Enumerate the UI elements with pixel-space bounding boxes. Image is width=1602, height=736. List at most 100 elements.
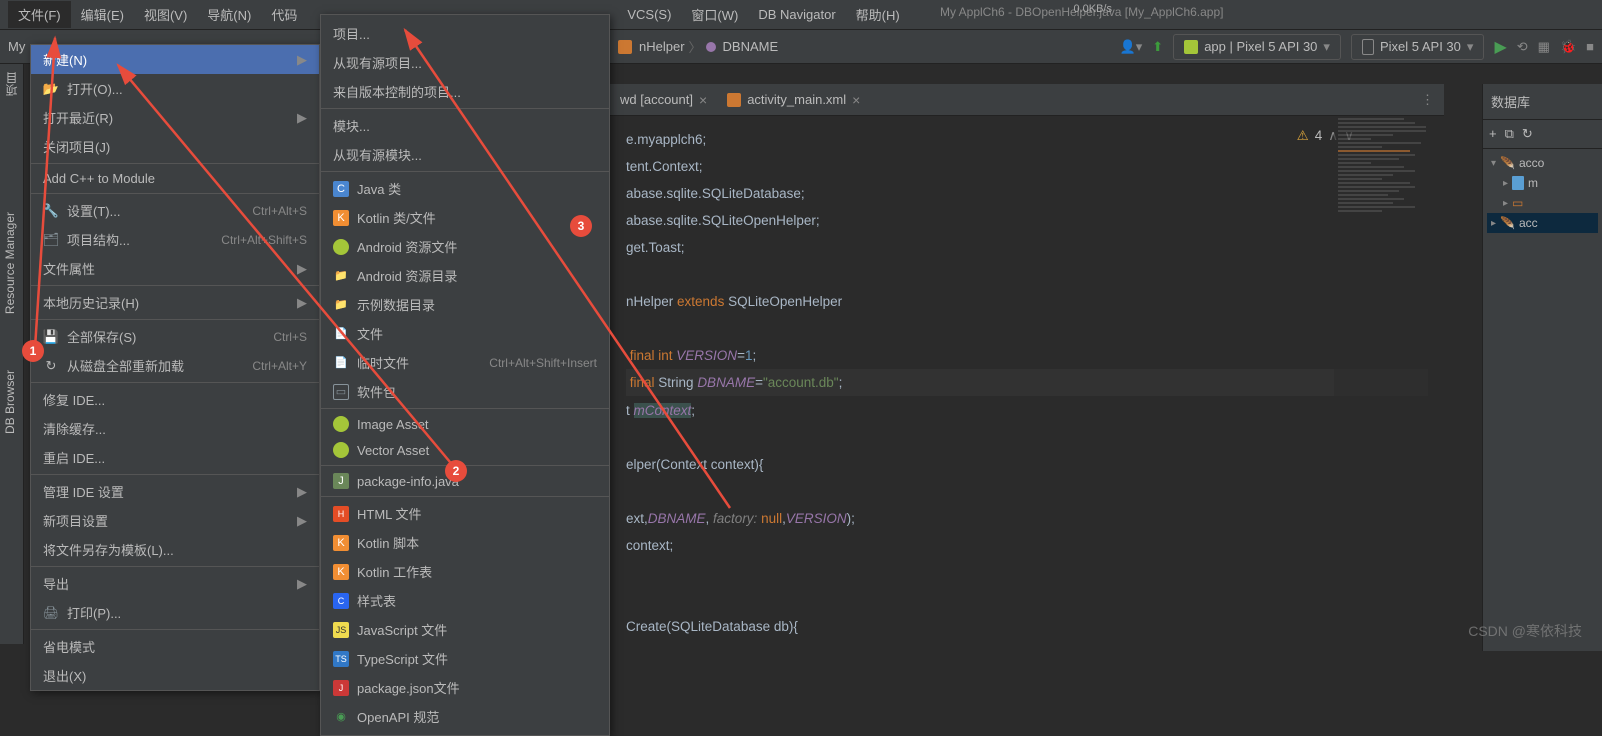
rail-resource-manager[interactable]: Resource Manager <box>0 204 20 322</box>
breadcrumb-field[interactable]: DBNAME <box>723 39 779 54</box>
annotation-1: 1 <box>22 340 44 362</box>
menu-db-navigator[interactable]: DB Navigator <box>748 3 845 26</box>
menu-new-projects-settings[interactable]: 新项目设置▶ <box>31 506 319 535</box>
menubar: 文件(F) 编辑(E) 视图(V) 导航(N) 代码 VCS(S) 窗口(W) … <box>0 0 1602 30</box>
run-config-dropdown[interactable]: app | Pixel 5 API 30 ▾ <box>1173 34 1341 60</box>
sub-from-existing[interactable]: 从现有源项目... <box>321 48 609 77</box>
menu-export[interactable]: 导出▶ <box>31 569 319 598</box>
db-root[interactable]: ▾🪶acco <box>1487 153 1598 173</box>
annotation-2: 2 <box>445 460 467 482</box>
menu-view[interactable]: 视图(V) <box>134 1 197 28</box>
sub-stylesheet[interactable]: C样式表 <box>321 586 609 615</box>
sub-openapi[interactable]: ◉OpenAPI 规范 <box>321 702 609 731</box>
editor-options[interactable]: ⋮ <box>1421 92 1444 108</box>
xml-icon <box>727 93 741 107</box>
run-button[interactable]: ▶ <box>1494 37 1506 57</box>
menu-close-project[interactable]: 关闭项目(J) <box>31 132 319 161</box>
menu-settings[interactable]: 🔧设置(T)... Ctrl+Alt+S <box>31 196 319 225</box>
sub-module[interactable]: 模块... <box>321 111 609 140</box>
network-stats: 0.0KB/s <box>1073 3 1112 15</box>
debug-button[interactable]: ⟲ <box>1517 39 1528 55</box>
device-label: Pixel 5 API 30 <box>1380 39 1461 54</box>
db-acc[interactable]: ▸🪶acc <box>1487 213 1598 233</box>
menu-open[interactable]: 📂打开(O)... <box>31 74 319 103</box>
sub-kotlin-worksheet[interactable]: KKotlin 工作表 <box>321 557 609 586</box>
sub-package[interactable]: ▭软件包 <box>321 377 609 406</box>
menu-manage-ide[interactable]: 管理 IDE 设置▶ <box>31 477 319 506</box>
sub-project[interactable]: 项目... <box>321 19 609 48</box>
sub-html[interactable]: HHTML 文件 <box>321 499 609 528</box>
menu-code[interactable]: 代码 <box>261 1 307 28</box>
code-minimap[interactable] <box>1334 116 1444 636</box>
android-icon <box>1184 40 1198 54</box>
device-dropdown[interactable]: Pixel 5 API 30 ▾ <box>1351 34 1484 60</box>
sub-sample-data[interactable]: 📁示例数据目录 <box>321 290 609 319</box>
menu-navigate[interactable]: 导航(N) <box>197 1 261 28</box>
menu-project-structure[interactable]: 🗂项目结构... Ctrl+Alt+Shift+S <box>31 225 319 254</box>
file-menu-popup: 新建(N)▶ 📂打开(O)... 打开最近(R)▶ 关闭项目(J) Add C+… <box>30 44 320 691</box>
sub-kotlin-script[interactable]: KKotlin 脚本 <box>321 528 609 557</box>
sub-android-res-dir[interactable]: 📁Android 资源目录 <box>321 261 609 290</box>
class-icon <box>618 40 632 54</box>
code-editor[interactable]: ⚠ 4 ∧ ∨ e.myapplch6; tent.Context; abase… <box>610 116 1444 650</box>
sub-file[interactable]: 📄文件 <box>321 319 609 348</box>
menu-add-cpp[interactable]: Add C++ to Module <box>31 166 319 191</box>
refresh-icon[interactable]: ↻ <box>1522 126 1533 142</box>
sub-android-res-file[interactable]: Android 资源文件 <box>321 232 609 261</box>
menu-help[interactable]: 帮助(H) <box>846 1 910 28</box>
phone-icon <box>1362 39 1374 55</box>
menu-print[interactable]: 🖨打印(P)... <box>31 598 319 627</box>
duplicate-icon[interactable]: ⧉ <box>1505 126 1514 142</box>
menu-edit[interactable]: 编辑(E) <box>71 1 134 28</box>
sub-javascript[interactable]: JSJavaScript 文件 <box>321 615 609 644</box>
close-icon[interactable]: × <box>699 92 707 108</box>
breadcrumb-class[interactable]: nHelper <box>639 39 685 54</box>
tab-account[interactable]: wd [account]× <box>610 86 717 114</box>
sync-icon[interactable]: ⬆ <box>1152 39 1163 55</box>
stop-button[interactable]: ■ <box>1586 39 1594 54</box>
sub-from-vcs[interactable]: 来自版本控制的项目... <box>321 77 609 106</box>
menu-open-recent[interactable]: 打开最近(R)▶ <box>31 103 319 132</box>
sub-scratch[interactable]: 📄临时文件Ctrl+Alt+Shift+Insert <box>321 348 609 377</box>
sub-package-json[interactable]: Jpackage.json文件 <box>321 673 609 702</box>
sub-image-asset[interactable]: Image Asset <box>321 411 609 437</box>
tab-activity-main[interactable]: activity_main.xml× <box>717 86 870 114</box>
editor-area: wd [account]× activity_main.xml× ⋮ ⚠ 4 ∧… <box>610 84 1444 651</box>
menu-new[interactable]: 新建(N)▶ <box>31 45 319 74</box>
run-config-label: app | Pixel 5 API 30 <box>1204 39 1317 54</box>
bug-icon[interactable]: 🐞 <box>1560 39 1576 55</box>
menu-repair-ide[interactable]: 修复 IDE... <box>31 385 319 414</box>
sub-java-class[interactable]: CJava 类 <box>321 174 609 203</box>
sub-typescript[interactable]: TSTypeScript 文件 <box>321 644 609 673</box>
close-icon[interactable]: × <box>852 92 860 108</box>
editor-tabs: wd [account]× activity_main.xml× ⋮ <box>610 84 1444 116</box>
menu-exit[interactable]: 退出(X) <box>31 661 319 690</box>
add-datasource-icon[interactable]: + <box>1489 126 1497 142</box>
menu-local-history[interactable]: 本地历史记录(H)▶ <box>31 288 319 317</box>
rail-db-browser[interactable]: DB Browser <box>0 362 20 442</box>
new-submenu-popup: 项目... 从现有源项目... 来自版本控制的项目... 模块... 从现有源模… <box>320 14 610 736</box>
menu-restart-ide[interactable]: 重启 IDE... <box>31 443 319 472</box>
warning-icon: ⚠ <box>1297 122 1309 149</box>
left-tool-rail: 项目 Resource Manager DB Browser <box>0 64 24 644</box>
menu-reload-disk[interactable]: ↻从磁盘全部重新加载 Ctrl+Alt+Y <box>31 351 319 380</box>
user-icon[interactable]: 👤▾ <box>1120 39 1143 55</box>
sub-kotlin-class[interactable]: KKotlin 类/文件 <box>321 203 609 232</box>
database-panel: 数据库 + ⧉ ↻ ▾🪶acco ▸m ▸▭ ▸🪶acc <box>1482 84 1602 651</box>
sub-from-existing-module[interactable]: 从现有源模块... <box>321 140 609 169</box>
db-schema[interactable]: ▸m <box>1487 173 1598 193</box>
rail-project[interactable]: 项目 <box>0 64 23 104</box>
annotation-3: 3 <box>570 215 592 237</box>
menu-window[interactable]: 窗口(W) <box>681 1 748 28</box>
menu-file-properties[interactable]: 文件属性▶ <box>31 254 319 283</box>
menu-invalidate-cache[interactable]: 清除缓存... <box>31 414 319 443</box>
menu-save-all[interactable]: 💾全部保存(S) Ctrl+S <box>31 322 319 351</box>
menu-file[interactable]: 文件(F) <box>8 1 71 28</box>
menu-vcs[interactable]: VCS(S) <box>617 3 681 26</box>
db-collations[interactable]: ▸▭ <box>1487 193 1598 213</box>
project-indicator: My <box>8 39 25 54</box>
menu-power-save[interactable]: 省电模式 <box>31 632 319 661</box>
menu-save-template[interactable]: 将文件另存为模板(L)... <box>31 535 319 564</box>
warning-count: 4 <box>1315 122 1323 149</box>
profile-button[interactable]: ▦ <box>1538 39 1550 55</box>
